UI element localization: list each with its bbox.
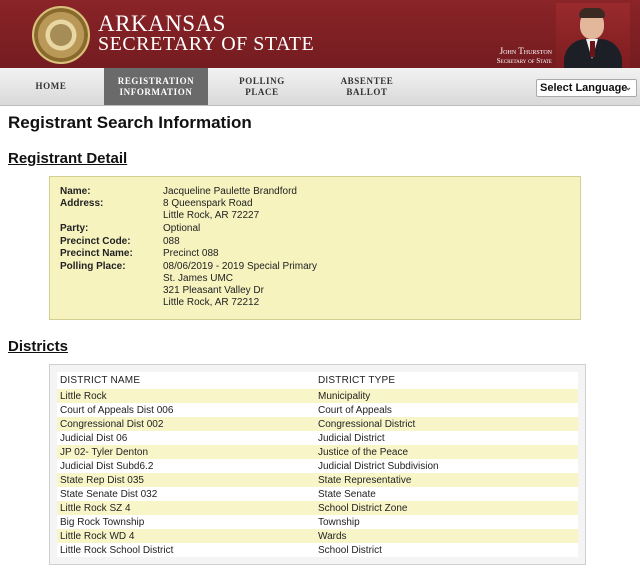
nav-absentee-ballot[interactable]: ABSENTEE BALLOT (316, 68, 418, 105)
nav-polling-place[interactable]: POLLING PLACE (212, 68, 312, 105)
district-name-cell: Big Rock Township (57, 515, 315, 529)
nav-home[interactable]: HOME (0, 68, 102, 105)
official-title: Secretary of State (496, 57, 552, 65)
district-name-cell: Little Rock School District (57, 543, 315, 557)
chevron-down-icon: ⌄ (624, 82, 632, 92)
column-header-district-type: DISTRICT TYPE (315, 372, 578, 389)
district-name-cell: Little Rock SZ 4 (57, 501, 315, 515)
table-row: Little Rock Municipality (57, 389, 578, 403)
district-type-cell: Wards (315, 529, 578, 543)
nav-home-label: HOME (35, 81, 67, 91)
district-type-cell: School District Zone (315, 501, 578, 515)
language-select[interactable]: Select Language ⌄ (536, 79, 637, 97)
district-name-cell: Little Rock (57, 389, 315, 403)
label-name: Name: (60, 186, 91, 197)
portrait-tie (590, 41, 595, 57)
nav-absentee-label-2: BALLOT (346, 86, 388, 97)
registrant-detail-panel: Name: Jacqueline Paulette Brandford Addr… (49, 176, 581, 320)
districts-heading: Districts (8, 338, 69, 355)
districts-table: DISTRICT NAME DISTRICT TYPE Little Rock M… (57, 372, 578, 557)
district-name-cell: Little Rock WD 4 (57, 529, 315, 543)
district-type-cell: Judicial District (315, 431, 578, 445)
district-name-cell: JP 02- Tyler Denton (57, 445, 315, 459)
label-address: Address: (60, 198, 104, 209)
table-row: Judicial Dist Subd6.2 Judicial District S… (57, 459, 578, 473)
language-select-value: Select Language (540, 82, 628, 94)
table-row: Judicial Dist 06 Judicial District (57, 431, 578, 445)
nav-polling-label-1: POLLING (239, 75, 285, 86)
table-row: State Senate Dist 032 State Senate (57, 487, 578, 501)
label-polling-place: Polling Place: (60, 261, 126, 272)
district-type-cell: Municipality (315, 389, 578, 403)
district-type-cell: School District (315, 543, 578, 557)
district-type-cell: Justice of the Peace (315, 445, 578, 459)
table-row: Court of Appeals Dist 006 Court of Appeal… (57, 403, 578, 417)
value-address-line1: 8 Queenspark Road (163, 198, 253, 209)
district-type-cell: State Representative (315, 473, 578, 487)
value-precinct-code: 088 (163, 236, 180, 247)
registrant-detail-heading: Registrant Detail (8, 150, 128, 167)
brand-title-line2[interactable]: SECRETARY OF STATE (98, 33, 314, 56)
district-type-cell: Congressional District (315, 417, 578, 431)
district-type-cell: Township (315, 515, 578, 529)
value-party: Optional (163, 223, 201, 234)
state-seal-logo[interactable] (32, 6, 90, 64)
label-precinct-name: Precinct Name: (60, 248, 133, 259)
value-polling-line2: St. James UMC (163, 273, 234, 284)
nav-registration-information[interactable]: REGISTRATION INFORMATION (104, 68, 208, 105)
column-header-district-name: DISTRICT NAME (57, 372, 315, 389)
official-name: John Thurston (499, 46, 552, 56)
district-name-cell: Judicial Dist 06 (57, 431, 315, 445)
district-name-cell: Judicial Dist Subd6.2 (57, 459, 315, 473)
label-precinct-code: Precinct Code: (60, 236, 131, 247)
site-header: ARKANSAS SECRETARY OF STATE John Thursto… (0, 0, 640, 68)
district-name-cell: State Senate Dist 032 (57, 487, 315, 501)
nav-registration-label-2: INFORMATION (119, 86, 193, 97)
page-title: Registrant Search Information (8, 113, 252, 132)
nav-polling-label-2: PLACE (245, 86, 279, 97)
table-row: Congressional Dist 002 Congressional Dist… (57, 417, 578, 431)
table-row: JP 02- Tyler Denton Justice of the Peace (57, 445, 578, 459)
portrait-hair (579, 8, 605, 18)
seal-emblem (50, 24, 72, 46)
district-name-cell: State Rep Dist 035 (57, 473, 315, 487)
table-row: Little Rock SZ 4 School District Zone (57, 501, 578, 515)
table-row: Little Rock WD 4 Wards (57, 529, 578, 543)
official-portrait (556, 3, 630, 68)
value-address-line2: Little Rock, AR 72227 (163, 210, 260, 221)
nav-absentee-label-1: ABSENTEE (340, 75, 394, 86)
table-row: Little Rock School District School Distri… (57, 543, 578, 557)
label-party: Party: (60, 223, 89, 234)
districts-table-body: Little Rock Municipality Court of Appeals … (57, 389, 578, 557)
districts-panel: DISTRICT NAME DISTRICT TYPE Little Rock M… (49, 364, 586, 565)
value-name: Jacqueline Paulette Brandford (163, 186, 297, 197)
district-type-cell: Court of Appeals (315, 403, 578, 417)
value-precinct-name: Precinct 088 (163, 248, 219, 259)
table-row: Big Rock Township Township (57, 515, 578, 529)
value-polling-line1: 08/06/2019 - 2019 Special Primary (163, 261, 317, 272)
district-name-cell: Court of Appeals Dist 006 (57, 403, 315, 417)
value-polling-line3: 321 Pleasant Valley Dr (163, 285, 264, 296)
table-row: State Rep Dist 035 State Representative (57, 473, 578, 487)
nav-registration-label-1: REGISTRATION (117, 75, 195, 86)
districts-header-row: DISTRICT NAME DISTRICT TYPE (57, 372, 578, 389)
district-name-cell: Congressional Dist 002 (57, 417, 315, 431)
value-polling-line4: Little Rock, AR 72212 (163, 297, 260, 308)
district-type-cell: State Senate (315, 487, 578, 501)
district-type-cell: Judicial District Subdivision (315, 459, 578, 473)
